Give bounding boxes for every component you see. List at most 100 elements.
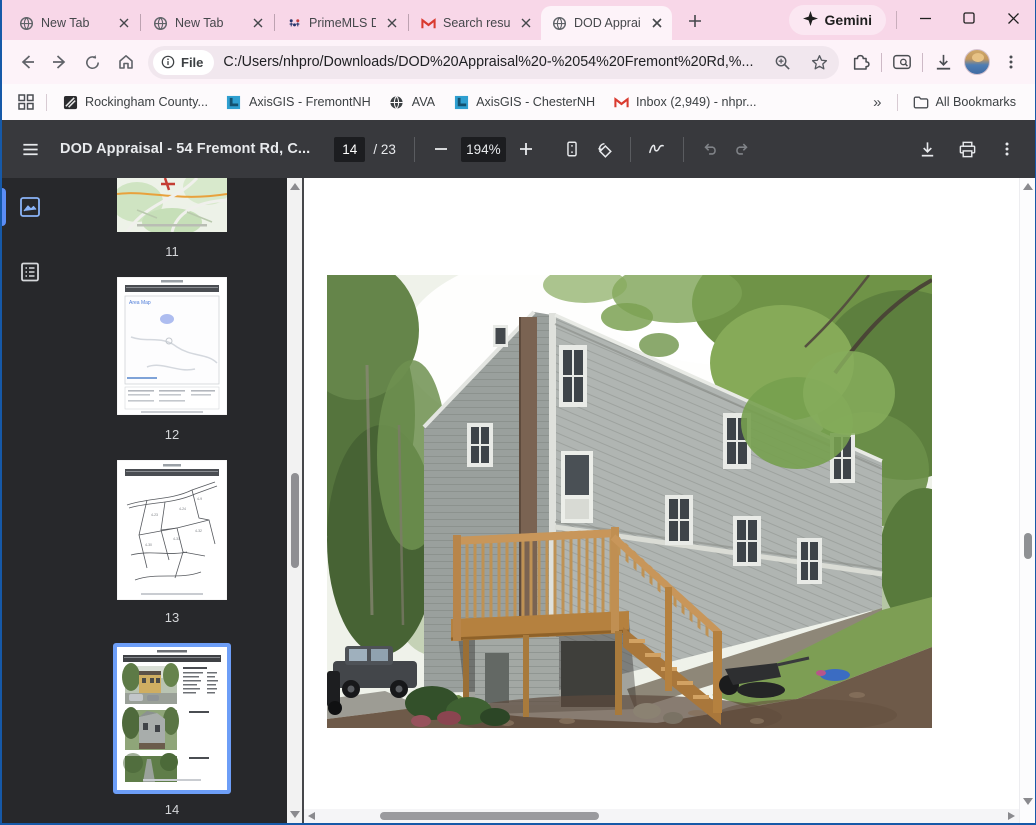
- back-button[interactable]: [10, 46, 43, 79]
- svg-text:4-31: 4-31: [173, 537, 180, 541]
- tab-dod-appraisal-active[interactable]: DOD Apprais...: [541, 6, 672, 40]
- svg-text:4-24: 4-24: [179, 507, 186, 511]
- outline-panel-icon[interactable]: [19, 261, 41, 288]
- browser-menu-icon[interactable]: [995, 46, 1027, 78]
- pdf-toolbar-separator: [630, 137, 631, 162]
- bookmark-star-icon[interactable]: [805, 48, 833, 76]
- pdf-download-icon[interactable]: [911, 133, 943, 165]
- extensions-icon[interactable]: [845, 46, 877, 78]
- pdf-toolbar-separator: [414, 137, 415, 162]
- tab-search-icon[interactable]: [886, 46, 918, 78]
- tab-new-tab-1[interactable]: New Tab: [8, 6, 139, 40]
- bookmarks-separator: [46, 94, 47, 111]
- close-window-button[interactable]: [991, 0, 1035, 36]
- gmail-icon: [613, 94, 629, 110]
- axisgis-icon: [226, 94, 242, 110]
- thumbnails-panel-icon[interactable]: [19, 196, 41, 223]
- thumbnail-page-11[interactable]: [117, 178, 227, 232]
- vertical-scrollbar[interactable]: [1019, 178, 1035, 823]
- scroll-up-arrow[interactable]: [1023, 183, 1033, 190]
- address-bar[interactable]: File C:/Users/nhpro/Downloads/DOD%20Appr…: [148, 46, 839, 79]
- reload-button[interactable]: [76, 46, 109, 79]
- minimize-button[interactable]: [903, 0, 947, 36]
- tab-primemls[interactable]: PrimeMLS D...: [276, 6, 407, 40]
- fit-page-icon[interactable]: [556, 133, 588, 165]
- scroll-left-arrow[interactable]: [308, 812, 315, 820]
- home-button[interactable]: [109, 46, 142, 79]
- horizontal-scrollbar[interactable]: [304, 809, 1019, 823]
- maximize-button[interactable]: [947, 0, 991, 36]
- tab-strip: New Tab New Tab PrimeMLS D...: [2, 0, 1035, 40]
- svg-text:4-32: 4-32: [195, 529, 202, 533]
- gemini-button[interactable]: Gemini: [789, 5, 886, 35]
- axisgis-icon: [453, 94, 469, 110]
- all-bookmarks-button[interactable]: All Bookmarks: [904, 89, 1025, 115]
- bookmark-label: AxisGIS - FremontNH: [249, 95, 371, 109]
- close-icon[interactable]: [648, 15, 665, 32]
- bookmark-inbox[interactable]: Inbox (2,949) - nhpr...: [604, 89, 765, 115]
- thumbnail-page-14-selected[interactable]: [113, 643, 231, 794]
- annotate-icon[interactable]: [641, 133, 673, 165]
- bookmark-axisgis-chester[interactable]: AxisGIS - ChesterNH: [444, 89, 604, 115]
- gmail-icon: [420, 15, 436, 31]
- globe-icon: [551, 15, 567, 31]
- tab-title: PrimeMLS D...: [309, 16, 376, 30]
- tab-search-results[interactable]: Search resul...: [410, 6, 541, 40]
- downloads-icon[interactable]: [927, 46, 959, 78]
- bookmarks-separator: [897, 94, 898, 111]
- close-icon[interactable]: [517, 15, 534, 32]
- bookmark-ava[interactable]: AVA: [380, 89, 444, 115]
- close-icon[interactable]: [249, 15, 266, 32]
- thumbnails-panel: 11 Area Map: [57, 178, 287, 823]
- pdf-page-view: [304, 178, 1019, 823]
- primemls-icon: [286, 15, 302, 31]
- new-tab-button[interactable]: [680, 6, 710, 36]
- scroll-up-arrow[interactable]: [290, 183, 300, 190]
- scroll-right-arrow[interactable]: [1008, 812, 1015, 820]
- apps-grid-icon[interactable]: [12, 86, 40, 118]
- globe-icon: [18, 15, 34, 31]
- profile-avatar[interactable]: [964, 49, 990, 75]
- zoom-level-display[interactable]: 194%: [461, 137, 506, 162]
- pdf-menu-kebab-icon[interactable]: [991, 133, 1023, 165]
- scroll-down-arrow[interactable]: [290, 811, 300, 818]
- pdf-toolbar: DOD Appraisal - 54 Fremont Rd, C... / 23…: [2, 120, 1035, 178]
- bookmark-rockingham[interactable]: Rockingham County...: [53, 89, 217, 115]
- forward-button[interactable]: [43, 46, 76, 79]
- bookmark-axisgis-fremont[interactable]: AxisGIS - FremontNH: [217, 89, 380, 115]
- close-icon[interactable]: [383, 15, 400, 32]
- tab-title: Search resul...: [443, 16, 510, 30]
- zoom-out-button[interactable]: [425, 133, 457, 165]
- zoom-in-button[interactable]: [510, 133, 542, 165]
- tab-new-tab-2[interactable]: New Tab: [142, 6, 273, 40]
- tab-title: New Tab: [175, 16, 242, 30]
- bookmark-label: Rockingham County...: [85, 95, 208, 109]
- thumbnails-scrollbar[interactable]: [287, 178, 304, 823]
- print-icon[interactable]: [951, 133, 983, 165]
- scrollbar-thumb[interactable]: [1024, 533, 1032, 559]
- thumbnail-page-13[interactable]: 4-234-244-9 4-304-314-32: [117, 460, 227, 600]
- bookmarks-overflow-chevron[interactable]: »: [864, 89, 890, 115]
- bookmark-label: AVA: [412, 95, 435, 109]
- file-scheme-chip[interactable]: File: [153, 50, 214, 75]
- scrollbar-thumb[interactable]: [380, 812, 599, 820]
- rotate-icon[interactable]: [588, 133, 620, 165]
- pdf-toolbar-separator: [683, 137, 684, 162]
- svg-text:Area Map: Area Map: [129, 300, 151, 306]
- folder-icon: [913, 94, 929, 110]
- scroll-down-arrow[interactable]: [1023, 798, 1033, 805]
- globe-icon: [152, 15, 168, 31]
- toolbar-separator: [881, 53, 882, 72]
- url-text[interactable]: C:/Users/nhpro/Downloads/DOD%20Appraisal…: [223, 54, 759, 70]
- browser-window: New Tab New Tab PrimeMLS D...: [0, 0, 1036, 825]
- scrollbar-thumb[interactable]: [291, 473, 299, 568]
- pdf-menu-icon[interactable]: [14, 133, 46, 165]
- page-number-input[interactable]: [334, 137, 365, 162]
- zoom-page-icon[interactable]: [768, 48, 796, 76]
- redo-icon: [726, 133, 758, 165]
- thumbnail-page-12[interactable]: Area Map: [117, 277, 227, 415]
- bookmark-label: AxisGIS - ChesterNH: [476, 95, 595, 109]
- close-icon[interactable]: [115, 15, 132, 32]
- house-photo: [327, 275, 932, 728]
- pdf-sidebar-rail: [2, 178, 57, 823]
